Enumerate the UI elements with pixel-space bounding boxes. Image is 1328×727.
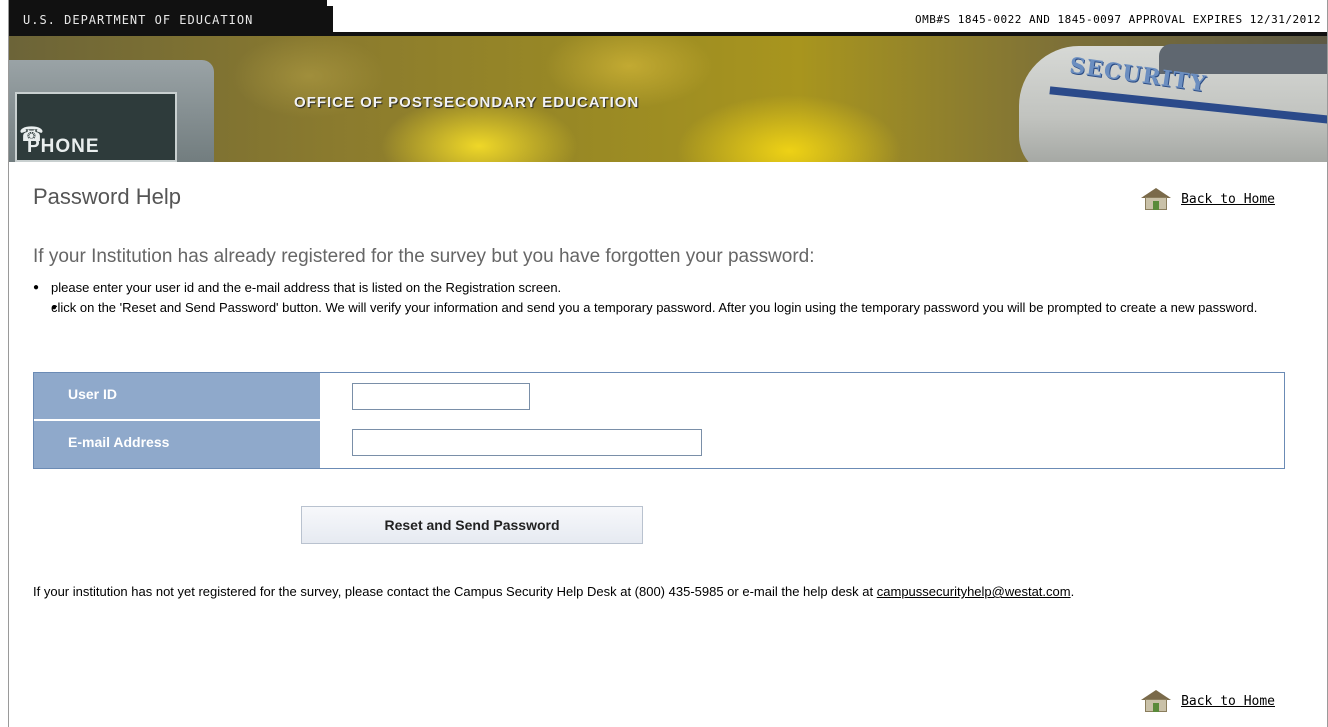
password-help-form: User ID E-mail Address bbox=[33, 372, 1285, 469]
instruction-item: click on the 'Reset and Send Password' b… bbox=[33, 298, 1293, 318]
home-icon bbox=[1139, 188, 1173, 210]
office-title: OFFICE OF POSTSECONDARY EDUCATION bbox=[294, 94, 640, 111]
header-banner: ☎ PHONE SECURITY OFFICE OF POSTSECONDARY… bbox=[9, 36, 1327, 162]
intro-text: If your Institution has already register… bbox=[33, 246, 815, 267]
back-to-home-link-bottom[interactable]: Back to Home bbox=[1139, 690, 1275, 712]
back-to-home-link-top[interactable]: Back to Home bbox=[1139, 188, 1275, 210]
phone-label: PHONE bbox=[27, 136, 100, 157]
user-id-input[interactable] bbox=[352, 383, 530, 410]
page-frame: U.S. DEPARTMENT OF EDUCATION OMB#S 1845-… bbox=[8, 0, 1328, 727]
page-title: Password Help bbox=[33, 184, 181, 209]
user-id-row: User ID bbox=[34, 373, 1284, 420]
instruction-list: please enter your user id and the e-mail… bbox=[33, 278, 1293, 318]
back-to-home-text: Back to Home bbox=[1181, 693, 1275, 709]
department-label: U.S. DEPARTMENT OF EDUCATION bbox=[9, 0, 327, 36]
home-icon bbox=[1139, 690, 1173, 712]
footer-note: If your institution has not yet register… bbox=[33, 582, 1303, 602]
footer-period: . bbox=[1070, 584, 1075, 599]
help-desk-email-link[interactable]: campussecurityhelp@westat.com bbox=[877, 584, 1071, 599]
email-input[interactable] bbox=[352, 429, 702, 456]
top-bar: U.S. DEPARTMENT OF EDUCATION OMB#S 1845-… bbox=[9, 0, 1327, 36]
reset-and-send-password-button[interactable]: Reset and Send Password bbox=[301, 506, 643, 544]
footer-note-text: If your institution has not yet register… bbox=[33, 584, 874, 599]
email-row: E-mail Address bbox=[34, 421, 1284, 468]
email-label: E-mail Address bbox=[34, 421, 320, 468]
user-id-label: User ID bbox=[34, 373, 320, 420]
omb-approval-text: OMB#S 1845-0022 AND 1845-0097 APPROVAL E… bbox=[915, 13, 1321, 26]
instruction-item: please enter your user id and the e-mail… bbox=[33, 278, 1293, 298]
back-to-home-text: Back to Home bbox=[1181, 191, 1275, 207]
